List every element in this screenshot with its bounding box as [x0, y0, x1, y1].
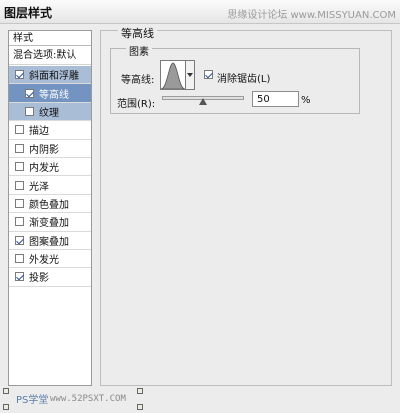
- footer-url: www.52PSXT.COM: [50, 394, 126, 404]
- satin-checkbox[interactable]: [15, 180, 24, 190]
- window-title: 图层样式: [4, 6, 53, 20]
- effect-label: 图案叠加: [29, 236, 69, 248]
- corner-handle: [137, 404, 143, 410]
- effect-label: 描边: [29, 126, 49, 138]
- contour-curve-icon: [160, 62, 186, 90]
- effect-label: 渐变叠加: [29, 218, 69, 230]
- effects-list: 斜面和浮雕 等高线 纹理 描边 内阴影 内发光 光泽 颜色叠加 渐变叠加 图案叠…: [9, 66, 91, 287]
- effect-color-overlay[interactable]: 颜色叠加: [9, 195, 91, 214]
- corner-handle: [3, 388, 9, 394]
- effect-satin[interactable]: 光泽: [9, 176, 91, 195]
- effect-bevel-emboss[interactable]: 斜面和浮雕: [9, 66, 91, 85]
- pattern-overlay-checkbox[interactable]: [15, 235, 24, 245]
- gradient-overlay-checkbox[interactable]: [15, 217, 24, 227]
- blend-options-item[interactable]: 混合选项:默认: [9, 47, 91, 65]
- anti-alias-label: 消除锯齿(L): [217, 74, 271, 85]
- bevel-emboss-checkbox[interactable]: [15, 70, 24, 80]
- texture-checkbox[interactable]: [25, 106, 34, 116]
- style-list: 样式 混合选项:默认 斜面和浮雕 等高线 纹理 描边 内阴影 内发光 光泽 颜色…: [8, 30, 92, 386]
- drop-shadow-checkbox[interactable]: [15, 272, 24, 282]
- effect-pattern-overlay[interactable]: 图案叠加: [9, 232, 91, 250]
- corner-handle: [3, 404, 9, 410]
- stroke-checkbox[interactable]: [15, 125, 24, 135]
- effect-label: 颜色叠加: [29, 199, 69, 211]
- footer-logo-text: PS学堂: [16, 395, 49, 406]
- contour-checkbox[interactable]: [25, 88, 34, 98]
- contour-label: 等高线:: [121, 75, 155, 86]
- inner-glow-checkbox[interactable]: [15, 162, 24, 172]
- contour-section-title: 等高线: [118, 25, 157, 41]
- effect-inner-shadow[interactable]: 内阴影: [9, 140, 91, 158]
- effect-label: 光泽: [29, 181, 49, 193]
- effect-label: 内阴影: [29, 144, 59, 156]
- anti-alias-checkbox[interactable]: [204, 70, 213, 79]
- effect-label: 内发光: [29, 163, 59, 175]
- corner-handle: [137, 388, 143, 394]
- outer-glow-checkbox[interactable]: [15, 254, 24, 264]
- effect-stroke[interactable]: 描边: [9, 121, 91, 140]
- effect-label: 投影: [29, 273, 49, 285]
- styles-header[interactable]: 样式: [9, 31, 91, 46]
- contour-dropdown-button[interactable]: [186, 60, 195, 90]
- range-slider-handle[interactable]: [199, 98, 207, 105]
- range-input[interactable]: [252, 91, 299, 107]
- contour-preview[interactable]: [160, 60, 186, 90]
- site-watermark: 思缘设计论坛 www.MISSYUAN.COM: [227, 10, 396, 21]
- inner-shadow-checkbox[interactable]: [15, 143, 24, 153]
- effect-outer-glow[interactable]: 外发光: [9, 250, 91, 269]
- effect-label: 外发光: [29, 255, 59, 267]
- effect-label: 斜面和浮雕: [29, 71, 79, 83]
- effect-drop-shadow[interactable]: 投影: [9, 268, 91, 287]
- effect-inner-glow[interactable]: 内发光: [9, 158, 91, 177]
- effect-contour[interactable]: 等高线: [9, 84, 91, 103]
- elements-group-title: 图素: [126, 43, 152, 58]
- range-unit: %: [301, 95, 311, 106]
- color-overlay-checkbox[interactable]: [15, 198, 24, 208]
- range-label: 范围(R):: [117, 99, 156, 110]
- effect-texture[interactable]: 纹理: [9, 102, 91, 122]
- effect-label: 等高线: [39, 89, 69, 101]
- effect-gradient-overlay[interactable]: 渐变叠加: [9, 213, 91, 232]
- effect-label: 纹理: [39, 107, 59, 119]
